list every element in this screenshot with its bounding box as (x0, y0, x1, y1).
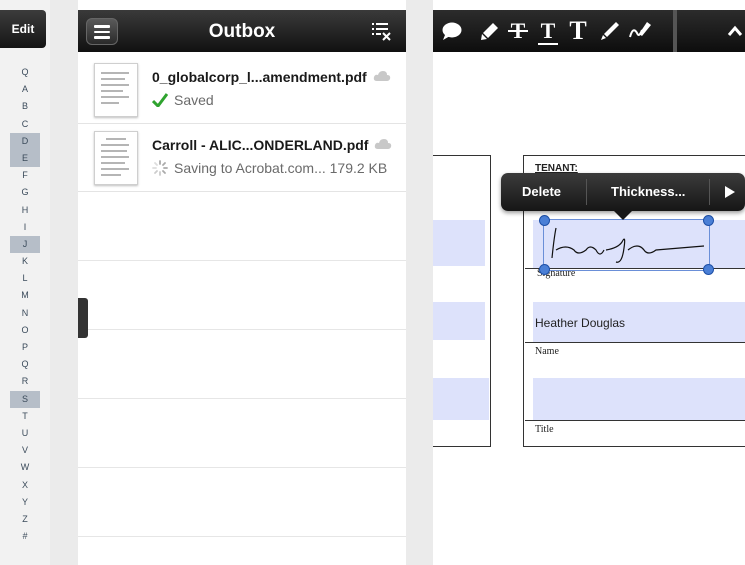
form-field[interactable] (433, 302, 485, 340)
popup-separator (709, 179, 710, 205)
index-letter[interactable]: N (10, 305, 40, 322)
file-name: 0_globalcorp_l...amendment.pdf (152, 69, 367, 85)
divider (78, 260, 406, 261)
edit-button[interactable]: Edit (0, 10, 46, 48)
next-arrow-icon[interactable] (724, 186, 736, 198)
outbox-row[interactable]: 0_globalcorp_l...amendment.pdf Saved (78, 56, 406, 124)
file-status: Saving to Acrobat.com... 179.2 KB (152, 160, 387, 176)
selection-handle[interactable] (703, 264, 714, 275)
cloud-icon (374, 139, 392, 149)
popup-separator (586, 179, 587, 205)
checkmark-icon (152, 93, 168, 107)
clear-list-icon[interactable] (370, 20, 392, 42)
strikethrough-icon[interactable]: T (505, 10, 531, 52)
index-letter[interactable]: W (10, 459, 40, 476)
pen-icon[interactable] (597, 10, 623, 52)
index-letter[interactable]: P (10, 339, 40, 356)
outbox-title: Outbox (208, 21, 276, 42)
cloud-icon (373, 71, 391, 81)
underline-icon[interactable]: T (535, 10, 561, 52)
index-letter[interactable]: Z (10, 511, 40, 528)
index-letter[interactable]: Q (10, 64, 40, 81)
divider (78, 467, 406, 468)
index-letter[interactable]: # (10, 528, 40, 545)
selection-handle[interactable] (703, 215, 714, 226)
collapse-chevron-icon[interactable] (725, 10, 745, 52)
pdf-thumbnail (94, 131, 138, 185)
index-letter[interactable]: S (10, 390, 40, 408)
index-letter[interactable]: E (10, 149, 40, 168)
divider (78, 329, 406, 330)
index-letter[interactable]: R (10, 373, 40, 390)
title-line (525, 420, 745, 421)
name-label: Name (535, 346, 559, 357)
panel-drag-handle[interactable] (78, 298, 88, 338)
title-label: Title (535, 424, 554, 435)
title-field[interactable] (533, 378, 745, 420)
document-panel: T T T TENANT: Signature Heather Douglas … (433, 0, 745, 565)
index-letter[interactable]: U (10, 425, 40, 442)
name-value: Heather Douglas (535, 316, 626, 330)
index-letter[interactable]: A (10, 81, 40, 98)
toolbar-separator (673, 10, 677, 52)
outbox-row[interactable]: Carroll - ALIC...ONDERLAND.pdf Saving to… (78, 124, 406, 192)
annotation-toolbar: T T T (433, 10, 745, 52)
index-letter[interactable]: M (10, 287, 40, 304)
index-letter[interactable]: L (10, 270, 40, 287)
outbox-panel: Outbox 0_globalcorp_l...amendment.pdf Sa… (78, 0, 406, 565)
thickness-button[interactable]: Thickness... (611, 184, 685, 199)
index-letter[interactable]: O (10, 322, 40, 339)
form-field[interactable] (433, 378, 489, 420)
signature-selection-box[interactable] (539, 215, 714, 275)
index-letter[interactable]: K (10, 253, 40, 270)
highlight-icon[interactable] (477, 10, 503, 52)
divider (78, 398, 406, 399)
comment-icon[interactable] (439, 10, 465, 52)
index-letter[interactable]: Y (10, 494, 40, 511)
popup-pointer (614, 211, 632, 220)
index-panel: Edit Q A B C D E F G H I J K L M N O P Q R S T U V W X Y Z # (0, 0, 50, 565)
pdf-thumbnail (94, 63, 138, 117)
selection-handle[interactable] (539, 215, 550, 226)
index-letter[interactable]: H (10, 202, 40, 219)
file-status: Saved (152, 92, 214, 108)
outbox-header: Outbox (78, 10, 406, 52)
divider (78, 536, 406, 537)
file-name: Carroll - ALIC...ONDERLAND.pdf (152, 137, 369, 153)
name-line (525, 342, 745, 343)
index-letter[interactable]: J (10, 235, 40, 254)
signature-ink (551, 227, 705, 263)
index-letter[interactable]: Q (10, 356, 40, 373)
index-letter[interactable]: X (10, 477, 40, 494)
context-popup: Delete Thickness... (501, 173, 745, 220)
index-letter[interactable]: G (10, 184, 40, 201)
index-letter[interactable]: T (10, 408, 40, 425)
selection-handle[interactable] (539, 264, 550, 275)
spinner-icon (152, 160, 168, 176)
form-field[interactable] (433, 220, 485, 266)
alphabet-index[interactable]: Q A B C D E F G H I J K L M N O P Q R S T U V W X Y Z # (10, 64, 40, 545)
status-text: Saving to Acrobat.com... 179.2 KB (174, 160, 388, 176)
index-letter[interactable]: F (10, 167, 40, 184)
text-icon[interactable]: T (565, 10, 591, 52)
index-letter[interactable]: C (10, 116, 40, 133)
status-text: Saved (174, 92, 214, 108)
index-letter[interactable]: V (10, 442, 40, 459)
index-letter[interactable]: D (10, 132, 40, 150)
delete-button[interactable]: Delete (522, 184, 561, 199)
index-letter[interactable]: B (10, 98, 40, 115)
index-letter[interactable]: I (10, 219, 40, 236)
signature-icon[interactable] (627, 10, 655, 52)
